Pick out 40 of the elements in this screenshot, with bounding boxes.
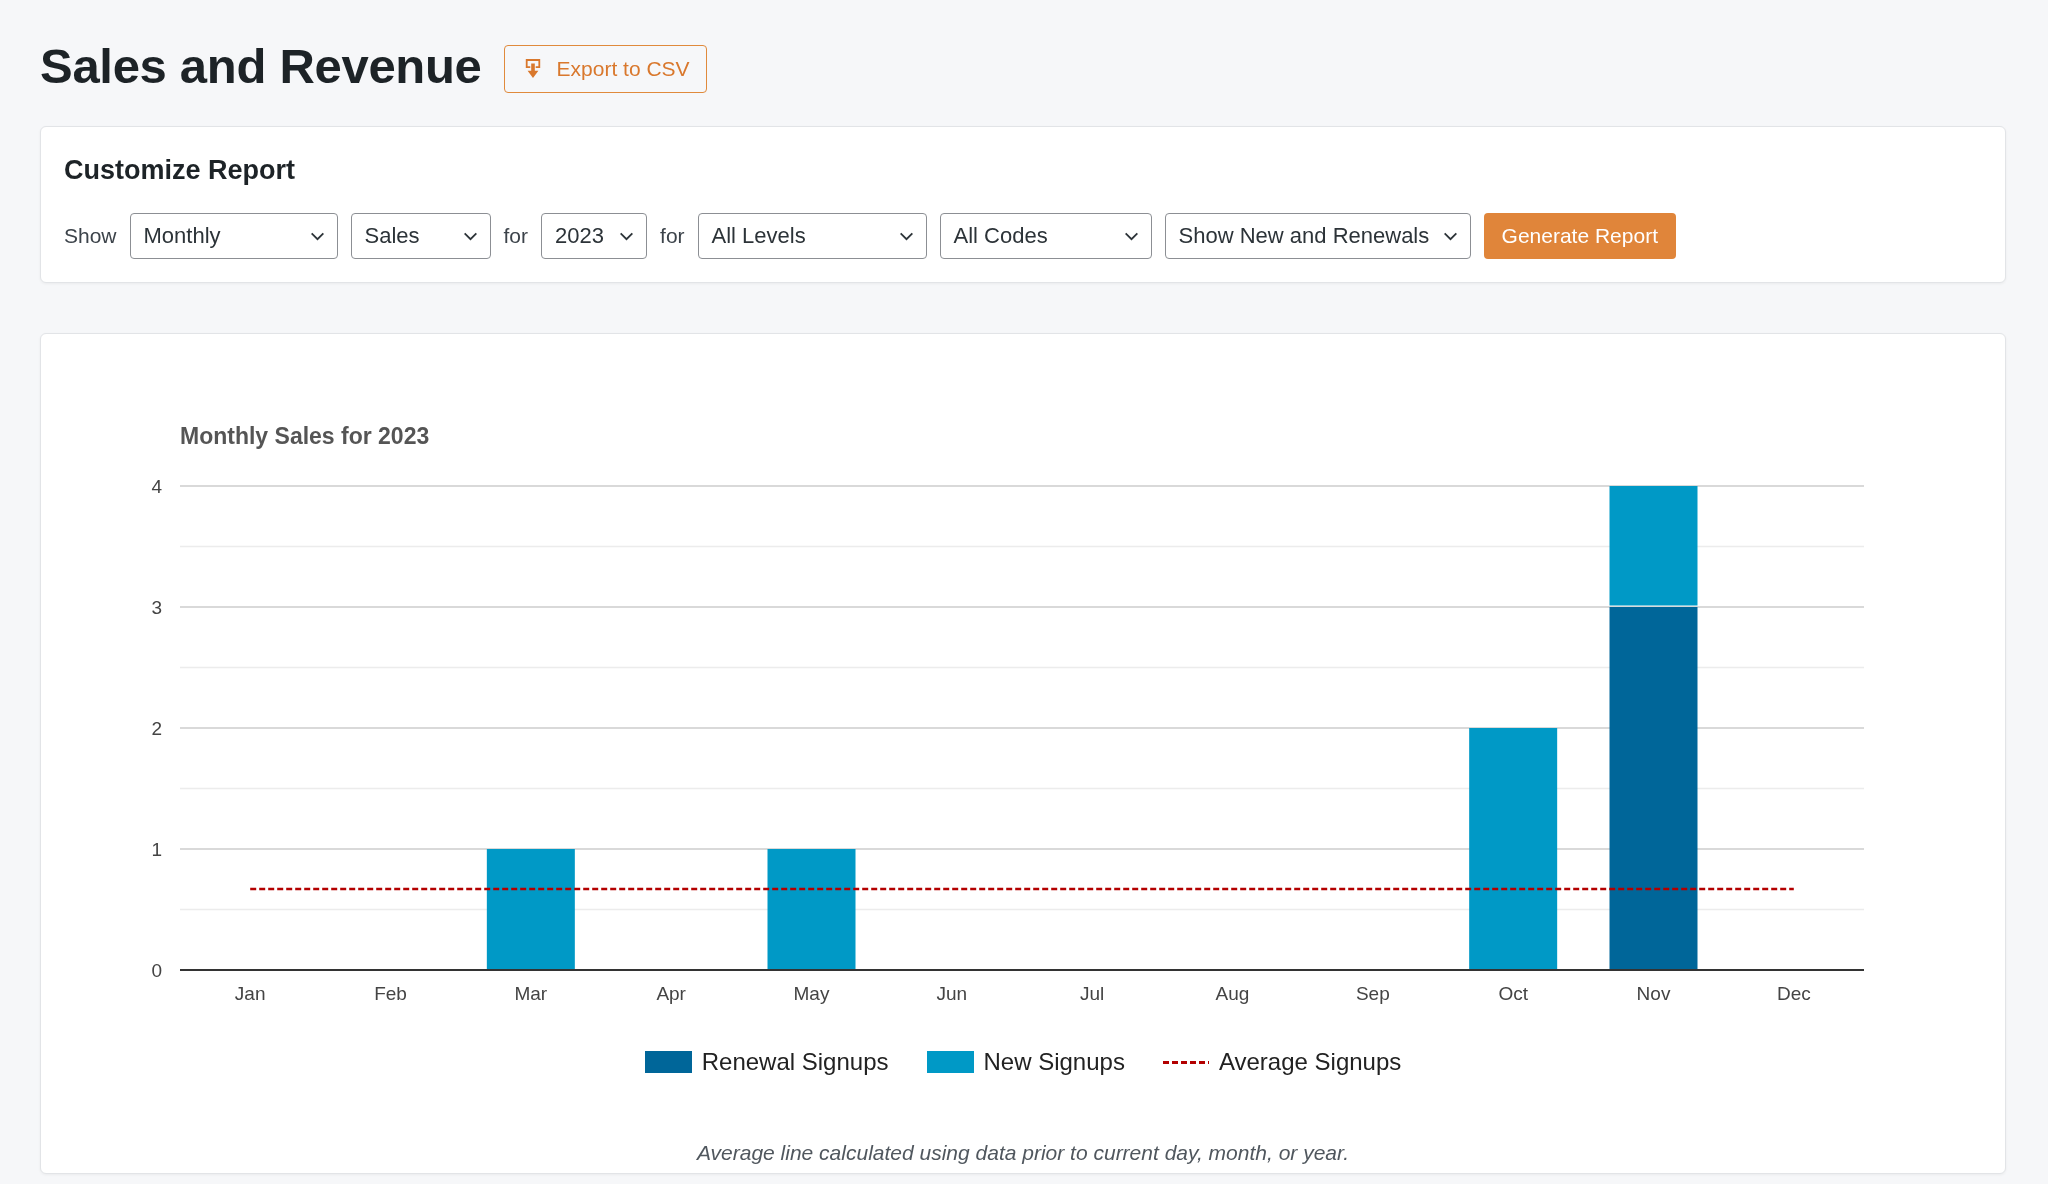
chevron-down-icon xyxy=(309,231,325,241)
dropdown[interactable]: All Levels xyxy=(697,213,927,259)
axis-label: Feb xyxy=(374,983,407,1004)
axis-label: Jul xyxy=(1080,983,1105,1004)
axis-label: Nov xyxy=(1636,983,1671,1004)
chart-title: Monthly Sales for 2023 xyxy=(180,422,431,450)
axis-label: Jan xyxy=(234,983,266,1004)
filter-label: for xyxy=(503,224,529,248)
axis-label: 1 xyxy=(151,839,162,860)
axis-label: May xyxy=(793,983,830,1004)
page-title: Sales and Revenue xyxy=(40,38,482,95)
chevron-down-icon xyxy=(462,231,478,241)
axis-label: Mar xyxy=(514,983,548,1004)
legend-label: Renewal Signups xyxy=(701,1048,889,1076)
filter-label: for xyxy=(660,224,685,248)
dropdown[interactable]: All Codes xyxy=(939,213,1152,259)
axis-label: 2 xyxy=(151,718,162,739)
axis-label: Aug xyxy=(1215,983,1250,1004)
filter-label: Show xyxy=(64,224,117,248)
axis-label: Sep xyxy=(1355,983,1390,1004)
axis-label: Jun xyxy=(936,983,968,1004)
axis-label: Oct xyxy=(1498,983,1528,1004)
legend-label: Average Signups xyxy=(1218,1048,1402,1076)
dropdown[interactable]: Monthly xyxy=(129,213,338,259)
dropdown[interactable]: Sales xyxy=(350,213,491,259)
dropdown[interactable]: Show New and Renewals xyxy=(1164,213,1471,259)
axis-label: Apr xyxy=(656,983,686,1004)
legend-label: New Signups xyxy=(983,1048,1125,1076)
chevron-down-icon xyxy=(1123,231,1139,241)
chart-footnote: Average line calculated using data prior to current day, month, or year. xyxy=(695,1140,1351,1166)
axis-label: 4 xyxy=(151,476,162,497)
panel-heading: Customize Report xyxy=(64,154,297,187)
axis-label: 0 xyxy=(151,960,162,981)
chevron-down-icon xyxy=(898,231,914,241)
axis-label: Dec xyxy=(1776,983,1811,1004)
axis-label: 3 xyxy=(151,597,162,618)
chevron-down-icon xyxy=(619,231,635,241)
chevron-down-icon xyxy=(1442,231,1458,241)
dropdown[interactable]: 2023 xyxy=(541,213,648,259)
download-icon xyxy=(523,58,542,80)
